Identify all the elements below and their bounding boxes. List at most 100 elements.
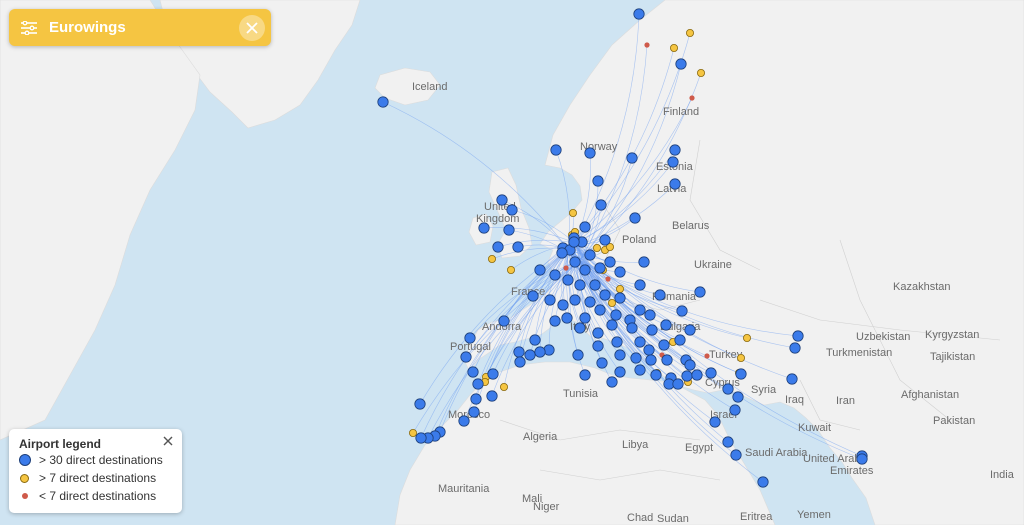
airport-marker-large[interactable] (592, 340, 604, 352)
airport-marker-large[interactable] (757, 476, 769, 488)
airport-marker-large[interactable] (468, 406, 480, 418)
airport-marker-large[interactable] (377, 96, 389, 108)
airport-marker-medium[interactable] (593, 243, 602, 252)
airport-marker-large[interactable] (498, 315, 510, 327)
airport-marker-large[interactable] (529, 334, 541, 346)
airport-marker-medium[interactable] (408, 428, 417, 437)
airport-marker-large[interactable] (506, 204, 518, 216)
airport-marker-large[interactable] (569, 294, 581, 306)
airport-marker-large[interactable] (513, 346, 525, 358)
airport-marker-large[interactable] (568, 236, 580, 248)
airport-marker-large[interactable] (415, 432, 427, 444)
airport-marker-large[interactable] (792, 330, 804, 342)
airport-marker-large[interactable] (786, 373, 798, 385)
airport-marker-large[interactable] (557, 299, 569, 311)
airport-marker-large[interactable] (705, 367, 717, 379)
airport-marker-large[interactable] (614, 292, 626, 304)
airport-marker-large[interactable] (709, 416, 721, 428)
airport-marker-large[interactable] (496, 194, 508, 206)
airline-clear-button[interactable] (239, 14, 265, 41)
airport-marker-small[interactable] (605, 276, 611, 282)
airport-marker-large[interactable] (561, 312, 573, 324)
airport-marker-large[interactable] (594, 262, 606, 274)
airport-marker-large[interactable] (643, 344, 655, 356)
airport-marker-large[interactable] (467, 366, 479, 378)
airport-marker-small[interactable] (704, 353, 710, 359)
airport-marker-large[interactable] (694, 286, 706, 298)
airport-marker-large[interactable] (634, 364, 646, 376)
airport-marker-large[interactable] (676, 305, 688, 317)
airport-marker-large[interactable] (614, 349, 626, 361)
airport-marker-large[interactable] (614, 266, 626, 278)
airport-marker-large[interactable] (592, 327, 604, 339)
airport-marker-medium[interactable] (737, 353, 746, 362)
airport-marker-medium[interactable] (569, 208, 578, 217)
airport-marker-large[interactable] (684, 324, 696, 336)
airport-marker-large[interactable] (486, 390, 498, 402)
airport-marker-small[interactable] (563, 265, 569, 271)
airport-marker-large[interactable] (669, 144, 681, 156)
airport-marker-large[interactable] (562, 274, 574, 286)
airport-marker-medium[interactable] (743, 333, 752, 342)
airport-marker-large[interactable] (626, 152, 638, 164)
airport-marker-large[interactable] (661, 354, 673, 366)
airport-marker-large[interactable] (543, 344, 555, 356)
airport-marker-medium[interactable] (499, 382, 508, 391)
airport-marker-large[interactable] (684, 359, 696, 371)
airport-marker-large[interactable] (606, 319, 618, 331)
airport-marker-large[interactable] (549, 269, 561, 281)
airport-marker-large[interactable] (460, 351, 472, 363)
airport-marker-large[interactable] (592, 175, 604, 187)
airport-marker-large[interactable] (464, 332, 476, 344)
airport-marker-large[interactable] (470, 393, 482, 405)
airport-marker-large[interactable] (478, 222, 490, 234)
airport-marker-large[interactable] (644, 309, 656, 321)
airport-marker-medium[interactable] (616, 284, 625, 293)
airport-marker-large[interactable] (579, 312, 591, 324)
airport-marker-large[interactable] (503, 224, 515, 236)
airline-filter-chip[interactable]: Eurowings (9, 9, 271, 46)
airport-marker-large[interactable] (514, 356, 526, 368)
airport-marker-large[interactable] (579, 264, 591, 276)
airport-marker-medium[interactable] (487, 254, 496, 263)
airport-marker-large[interactable] (658, 339, 670, 351)
airport-marker-large[interactable] (544, 294, 556, 306)
airport-marker-large[interactable] (569, 256, 581, 268)
airport-marker-large[interactable] (638, 256, 650, 268)
airport-marker-large[interactable] (594, 304, 606, 316)
airport-marker-large[interactable] (606, 376, 618, 388)
airport-marker-large[interactable] (487, 368, 499, 380)
airport-marker-large[interactable] (722, 383, 734, 395)
airport-marker-large[interactable] (645, 354, 657, 366)
airport-marker-large[interactable] (524, 349, 536, 361)
airport-marker-large[interactable] (856, 453, 868, 465)
airport-marker-large[interactable] (672, 378, 684, 390)
airport-marker-large[interactable] (667, 156, 679, 168)
legend-close-button[interactable] (160, 433, 176, 449)
airport-marker-large[interactable] (630, 352, 642, 364)
airport-marker-medium[interactable] (697, 69, 706, 78)
airport-marker-large[interactable] (534, 264, 546, 276)
airport-marker-large[interactable] (527, 290, 539, 302)
airport-marker-medium[interactable] (670, 44, 679, 53)
airport-marker-large[interactable] (722, 436, 734, 448)
airport-marker-large[interactable] (729, 404, 741, 416)
airport-marker-large[interactable] (599, 234, 611, 246)
airport-marker-large[interactable] (634, 304, 646, 316)
airport-marker-large[interactable] (414, 398, 426, 410)
airport-marker-large[interactable] (681, 370, 693, 382)
airport-marker-large[interactable] (458, 415, 470, 427)
airport-marker-large[interactable] (584, 249, 596, 261)
airport-marker-large[interactable] (574, 322, 586, 334)
airport-marker-medium[interactable] (506, 265, 515, 274)
airport-marker-large[interactable] (550, 144, 562, 156)
airport-marker-large[interactable] (534, 346, 546, 358)
airport-marker-large[interactable] (650, 369, 662, 381)
airport-marker-large[interactable] (735, 368, 747, 380)
airport-marker-large[interactable] (669, 178, 681, 190)
airport-marker-large[interactable] (492, 241, 504, 253)
airport-marker-large[interactable] (626, 322, 638, 334)
airport-marker-large[interactable] (789, 342, 801, 354)
airport-marker-large[interactable] (610, 309, 622, 321)
airport-marker-large[interactable] (730, 449, 742, 461)
